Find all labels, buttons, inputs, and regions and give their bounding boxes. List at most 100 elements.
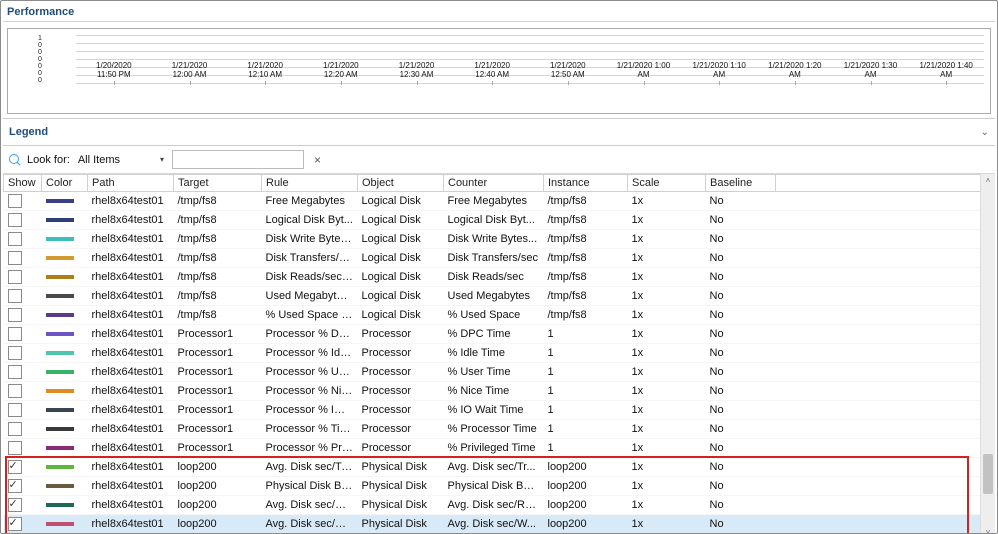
show-cell[interactable] [4,496,42,515]
show-checkbox[interactable] [8,270,22,284]
show-cell[interactable] [4,458,42,477]
scale-cell: 1x [628,382,706,401]
scroll-up-icon[interactable]: ˄ [981,174,995,188]
show-cell[interactable] [4,420,42,439]
show-checkbox[interactable] [8,498,22,512]
object-cell: Processor [358,363,444,382]
table-row[interactable]: rhel8x64test01Processor1Processor % Nic.… [4,382,981,401]
table-row[interactable]: rhel8x64test01Processor1Processor % Tim.… [4,420,981,439]
table-row[interactable]: rhel8x64test01/tmp/fs8% Used Space (...L… [4,306,981,325]
show-cell[interactable] [4,477,42,496]
scroll-down-icon[interactable]: ˅ [981,526,995,534]
show-checkbox[interactable] [8,422,22,436]
table-row[interactable]: rhel8x64test01loop200Avg. Disk sec/W...P… [4,515,981,534]
show-cell[interactable] [4,515,42,534]
col-counter[interactable]: Counter [444,175,544,192]
baseline-cell: No [706,496,776,515]
show-cell[interactable] [4,382,42,401]
table-row[interactable]: rhel8x64test01Processor1Processor % Use.… [4,363,981,382]
show-cell[interactable] [4,439,42,458]
table-row[interactable]: rhel8x64test01Processor1Processor % Priv… [4,439,981,458]
scale-cell: 1x [628,211,706,230]
show-cell[interactable] [4,230,42,249]
show-checkbox[interactable] [8,232,22,246]
show-cell[interactable] [4,287,42,306]
show-checkbox[interactable] [8,403,22,417]
target-cell: Processor1 [174,420,262,439]
performance-chart[interactable]: 1000000 1/20/202011:50 PM1/21/202012:00 … [7,28,991,114]
color-cell [42,458,88,477]
baseline-cell: No [706,458,776,477]
color-cell [42,420,88,439]
table-row[interactable]: rhel8x64test01loop200Avg. Disk sec/Re...… [4,496,981,515]
show-cell[interactable] [4,325,42,344]
color-cell [42,230,88,249]
show-checkbox[interactable] [8,251,22,265]
col-object[interactable]: Object [358,175,444,192]
table-row[interactable]: rhel8x64test01/tmp/fs8Logical Disk Byt..… [4,211,981,230]
baseline-cell: No [706,325,776,344]
show-checkbox[interactable] [8,365,22,379]
show-cell[interactable] [4,306,42,325]
counter-cell: Disk Write Bytes... [444,230,544,249]
show-checkbox[interactable] [8,194,22,208]
table-row[interactable]: rhel8x64test01/tmp/fs8Disk Reads/sec (..… [4,268,981,287]
show-checkbox[interactable] [8,384,22,398]
show-checkbox[interactable] [8,327,22,341]
table-row[interactable]: rhel8x64test01Processor1Processor % DP..… [4,325,981,344]
counter-cell: Used Megabytes [444,287,544,306]
scroll-thumb[interactable] [983,454,993,494]
target-cell: /tmp/fs8 [174,268,262,287]
table-row[interactable]: rhel8x64test01Processor1Processor % Idle… [4,344,981,363]
show-checkbox[interactable] [8,346,22,360]
color-cell [42,249,88,268]
color-cell [42,268,88,287]
show-checkbox[interactable] [8,517,22,531]
show-cell[interactable] [4,401,42,420]
col-scale[interactable]: Scale [628,175,706,192]
col-target[interactable]: Target [174,175,262,192]
table-row[interactable]: rhel8x64test01Processor1Processor % IO T… [4,401,981,420]
rule-cell: Processor % Idle... [262,344,358,363]
col-rule[interactable]: Rule [262,175,358,192]
rule-cell: Processor % Priv... [262,439,358,458]
col-color[interactable]: Color [42,175,88,192]
counter-cell: % Processor Time [444,420,544,439]
table-row[interactable]: rhel8x64test01loop200Physical Disk Byt..… [4,477,981,496]
show-cell[interactable] [4,363,42,382]
show-checkbox[interactable] [8,460,22,474]
table-row[interactable]: rhel8x64test01/tmp/fs8Used Megabytes ...… [4,287,981,306]
show-checkbox[interactable] [8,441,22,455]
target-cell: Processor1 [174,382,262,401]
table-row[interactable]: rhel8x64test01/tmp/fs8Disk Write Bytes..… [4,230,981,249]
show-checkbox[interactable] [8,213,22,227]
show-cell[interactable] [4,344,42,363]
show-checkbox[interactable] [8,308,22,322]
legend-header[interactable]: Legend ⌄ [3,118,995,146]
legend-grid[interactable]: Show Color Path Target Rule Object Count… [3,174,981,534]
col-path[interactable]: Path [88,175,174,192]
table-row[interactable]: rhel8x64test01loop200Avg. Disk sec/Tr...… [4,458,981,477]
col-instance[interactable]: Instance [544,175,628,192]
show-cell[interactable] [4,249,42,268]
instance-cell: 1 [544,382,628,401]
lookfor-combo[interactable]: All Items ▾ [76,153,166,167]
table-row[interactable]: rhel8x64test01/tmp/fs8Disk Transfers/s..… [4,249,981,268]
chevron-down-icon[interactable]: ⌄ [981,127,989,138]
col-show[interactable]: Show [4,175,42,192]
show-checkbox[interactable] [8,289,22,303]
scale-cell: 1x [628,268,706,287]
object-cell: Logical Disk [358,211,444,230]
col-baseline[interactable]: Baseline [706,175,776,192]
table-row[interactable]: rhel8x64test01/tmp/fs8Free MegabytesLogi… [4,192,981,211]
rule-cell: Logical Disk Byt... [262,211,358,230]
filter-input[interactable] [172,150,304,169]
instance-cell: 1 [544,325,628,344]
vertical-scrollbar[interactable]: ˄ ˅ [980,174,995,534]
scale-cell: 1x [628,477,706,496]
show-checkbox[interactable] [8,479,22,493]
clear-filter-button[interactable]: × [310,153,325,167]
show-cell[interactable] [4,268,42,287]
show-cell[interactable] [4,192,42,211]
show-cell[interactable] [4,211,42,230]
